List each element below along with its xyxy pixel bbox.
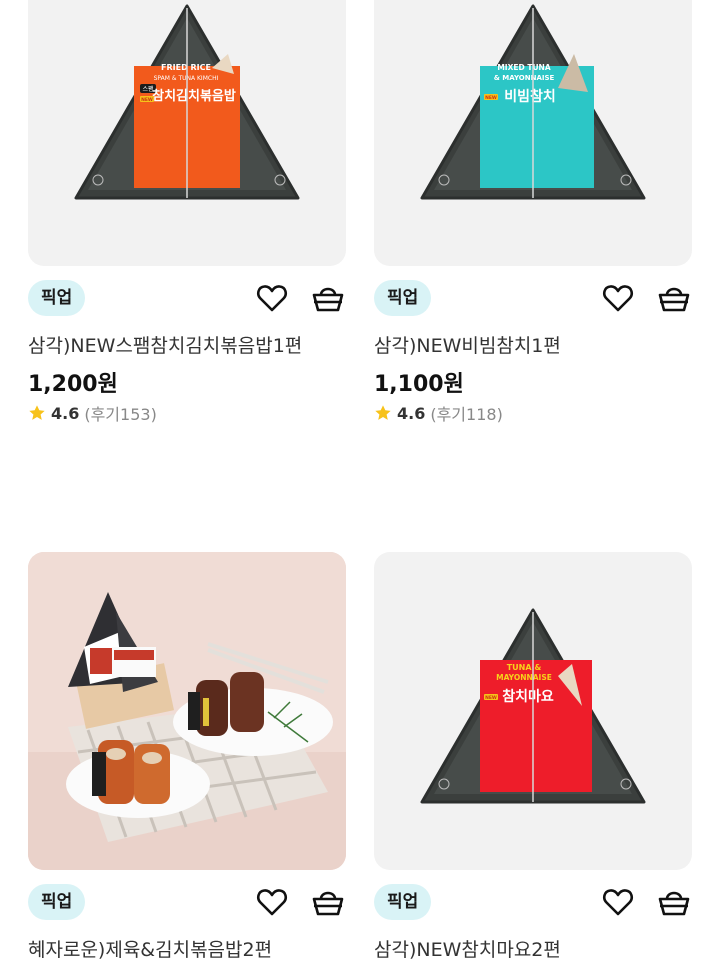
pack-en-line1: FRIED RICE <box>161 63 211 72</box>
product-rating: 4.6 (후기118) <box>374 401 503 425</box>
food-photo <box>28 552 346 870</box>
wishlist-button[interactable] <box>254 884 290 920</box>
pickup-badge: 픽업 <box>28 280 86 316</box>
basket-icon <box>658 287 690 312</box>
pack-new: NEW <box>485 695 497 701</box>
pack-korean-name: 참치마요 <box>502 689 554 705</box>
onigiri-pack-image: FRIED RICE SPAM & TUNA KIMCHI 스팸 NEW 참치김… <box>74 4 300 200</box>
product-name[interactable]: 삼각)NEW스팸참치김치볶음밥1편 <box>28 331 302 358</box>
product-image[interactable]: MIXED TUNA & MAYONNAISE NEW 비빔참치 <box>374 0 692 266</box>
pack-en-line2: SPAM & TUNA KIMCHI <box>154 75 219 82</box>
wishlist-button[interactable] <box>600 280 636 316</box>
product-card[interactable]: MIXED TUNA & MAYONNAISE NEW 비빔참치 픽업 삼각)N… <box>374 0 692 440</box>
cart-button[interactable] <box>656 280 692 316</box>
pickup-badge: 픽업 <box>374 884 432 920</box>
heart-icon <box>603 285 633 312</box>
heart-icon <box>257 285 287 312</box>
rating-score: 4.6 <box>51 403 80 423</box>
product-price: 1,200원 <box>28 372 118 397</box>
product-name[interactable]: 삼각)NEW비빔참치1편 <box>374 331 561 358</box>
star-icon <box>375 405 391 420</box>
product-card[interactable]: 픽업 혜자로운)제육&김치볶음밥2편 <box>28 552 346 962</box>
product-image[interactable]: FRIED RICE SPAM & TUNA KIMCHI 스팸 NEW 참치김… <box>28 0 346 266</box>
wishlist-button[interactable] <box>254 280 290 316</box>
wishlist-button[interactable] <box>600 884 636 920</box>
basket-icon <box>312 287 344 312</box>
pack-en-line1: MIXED TUNA <box>497 63 550 72</box>
product-grid: FRIED RICE SPAM & TUNA KIMCHI 스팸 NEW 참치김… <box>0 0 720 962</box>
pickup-badge: 픽업 <box>28 884 86 920</box>
onigiri-pack-image: MIXED TUNA & MAYONNAISE NEW 비빔참치 <box>420 4 646 200</box>
star-icon <box>29 405 45 420</box>
pack-new: NEW <box>485 95 497 101</box>
pack-en-line1: TUNA & <box>507 663 542 672</box>
basket-icon <box>658 891 690 916</box>
pack-en-line2: MAYONNAISE <box>496 673 552 682</box>
cart-button[interactable] <box>310 280 346 316</box>
basket-icon <box>312 891 344 916</box>
heart-icon <box>257 889 287 916</box>
product-card[interactable]: FRIED RICE SPAM & TUNA KIMCHI 스팸 NEW 참치김… <box>28 0 346 440</box>
cart-button[interactable] <box>310 884 346 920</box>
review-count[interactable]: (후기118) <box>430 401 502 425</box>
product-image[interactable] <box>28 552 346 870</box>
review-count[interactable]: (후기153) <box>84 401 156 425</box>
product-price: 1,100원 <box>374 372 464 397</box>
pickup-badge: 픽업 <box>374 280 432 316</box>
heart-icon <box>603 889 633 916</box>
pack-en-line2: & MAYONNAISE <box>494 74 555 82</box>
product-card[interactable]: TUNA & MAYONNAISE NEW 참치마요 픽업 삼각)NEW참치마요… <box>374 552 692 962</box>
rating-score: 4.6 <box>397 403 426 423</box>
cart-button[interactable] <box>656 884 692 920</box>
product-rating: 4.6 (후기153) <box>28 401 157 425</box>
product-name[interactable]: 혜자로운)제육&김치볶음밥2편 <box>28 935 272 962</box>
product-name[interactable]: 삼각)NEW참치마요2편 <box>374 935 561 962</box>
pack-korean-name: 참치김치볶음밥 <box>152 88 236 104</box>
onigiri-pack-image: TUNA & MAYONNAISE NEW 참치마요 <box>420 608 646 804</box>
product-image[interactable]: TUNA & MAYONNAISE NEW 참치마요 <box>374 552 692 870</box>
pack-korean-name: 비빔참치 <box>504 89 556 105</box>
